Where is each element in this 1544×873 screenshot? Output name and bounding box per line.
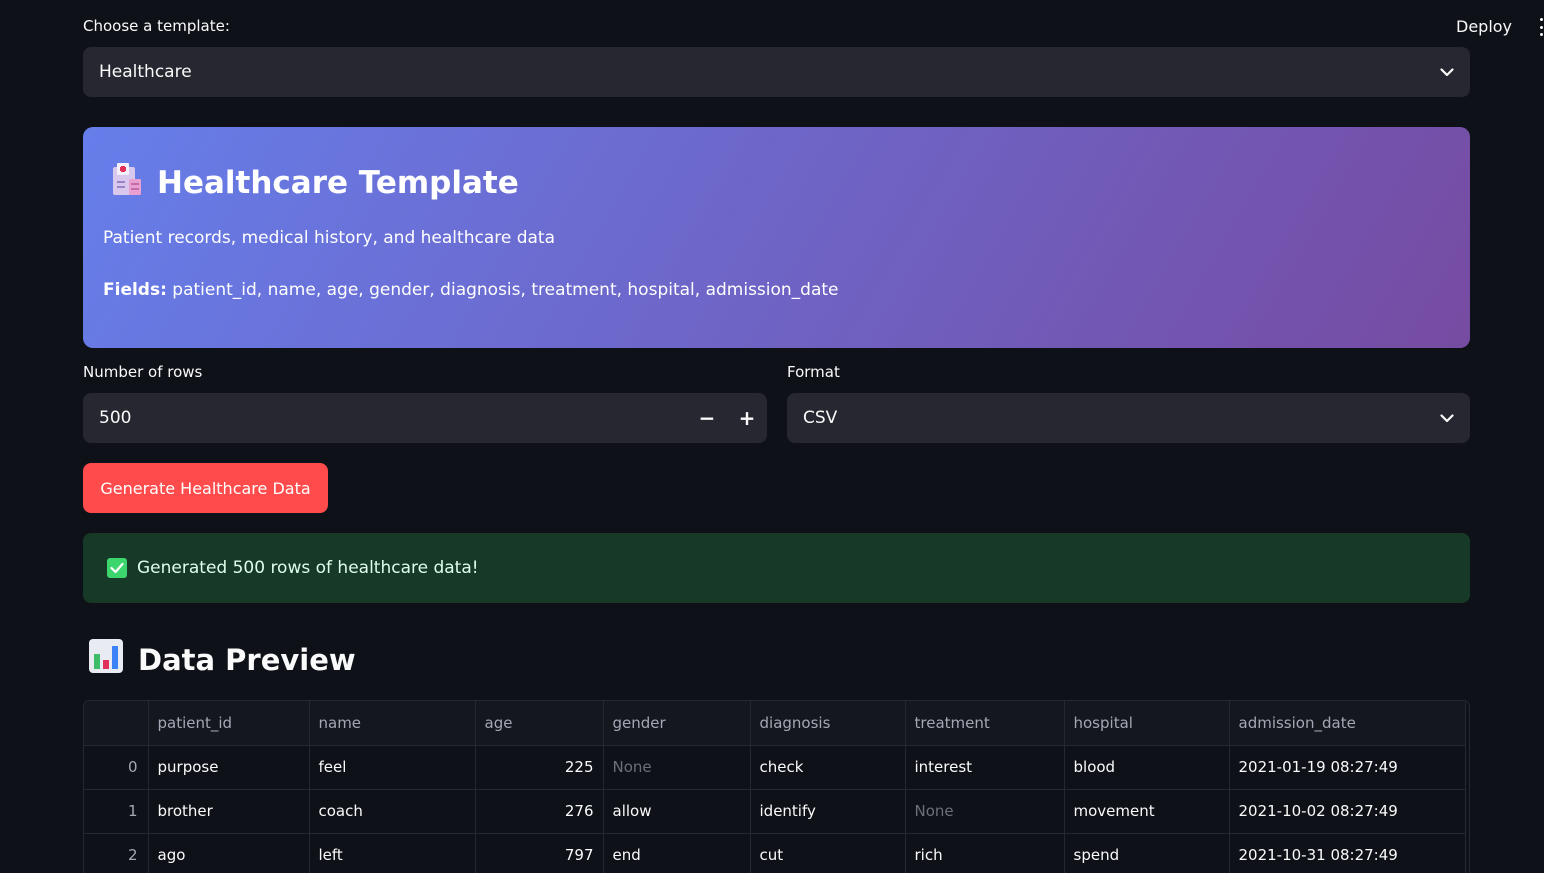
column-header[interactable]: name [309,701,476,746]
table-cell[interactable]: cut [750,833,906,873]
table-cell[interactable]: 2021-01-19 08:27:49 [1229,745,1466,790]
success-message: Generated 500 rows of healthcare data! [137,558,479,578]
format-select[interactable]: CSV [787,393,1470,443]
table-row: 1 brother coach 276 allow identify None … [84,789,1466,834]
column-header[interactable]: gender [603,701,751,746]
template-select-value: Healthcare [99,62,192,82]
template-title-text: Healthcare Template [157,165,519,201]
column-header[interactable]: admission_date [1229,701,1466,746]
table-cell[interactable]: left [309,833,476,873]
column-header[interactable]: hospital [1064,701,1230,746]
template-fields: Fields: patient_id, name, age, gender, d… [103,280,839,300]
column-header[interactable]: treatment [905,701,1065,746]
table-cell[interactable]: None [603,745,751,790]
bar-chart-icon [88,638,124,681]
template-title: Healthcare Template [109,161,519,205]
table-cell[interactable]: 2021-10-02 08:27:49 [1229,789,1466,834]
data-preview-table[interactable]: patient_id name age gender diagnosis tre… [83,700,1470,873]
template-description: Patient records, medical history, and he… [103,228,556,248]
table-cell[interactable]: coach [309,789,476,834]
success-alert: Generated 500 rows of healthcare data! [83,533,1470,603]
table-cell[interactable]: feel [309,745,476,790]
table-cell[interactable]: blood [1064,745,1230,790]
table-cell[interactable]: interest [905,745,1065,790]
chevron-down-icon [1440,413,1454,423]
table-cell[interactable]: 797 [475,833,604,873]
template-select-label: Choose a template: [83,17,230,35]
table-row: 0 purpose feel 225 None check interest b… [84,745,1466,790]
rows-input-label: Number of rows [83,363,203,381]
table-cell[interactable]: check [750,745,906,790]
row-index: 0 [84,745,149,790]
format-select-value: CSV [803,408,838,428]
table-cell[interactable]: purpose [148,745,310,790]
table-header-row: patient_id name age gender diagnosis tre… [84,701,1466,746]
generate-data-button[interactable]: Generate Healthcare Data [83,463,328,513]
fields-label: Fields: [103,280,167,300]
format-select-label: Format [787,363,840,381]
table-cell[interactable]: brother [148,789,310,834]
table-cell[interactable]: movement [1064,789,1230,834]
table-cell[interactable]: identify [750,789,906,834]
table-cell[interactable]: 2021-10-31 08:27:49 [1229,833,1466,873]
table-cell[interactable]: allow [603,789,751,834]
row-index: 1 [84,789,149,834]
table-cell[interactable]: ago [148,833,310,873]
column-header[interactable] [84,701,149,746]
deploy-button[interactable]: Deploy [1448,15,1520,38]
hospital-icon [109,161,143,205]
table-cell[interactable]: None [905,789,1065,834]
table-cell[interactable]: spend [1064,833,1230,873]
column-header[interactable]: patient_id [148,701,310,746]
data-preview-heading: Data Preview [88,638,356,681]
increment-button[interactable]: + [727,393,767,443]
table-cell[interactable]: 225 [475,745,604,790]
rows-input-field[interactable]: 500 [83,408,687,428]
main-menu-icon[interactable] [1538,18,1544,36]
template-select[interactable]: Healthcare [83,47,1470,97]
template-info-card: Healthcare Template Patient records, med… [83,127,1470,348]
check-icon [107,558,127,578]
decrement-button[interactable]: − [687,393,727,443]
data-preview-title: Data Preview [138,642,356,677]
column-header[interactable]: diagnosis [750,701,906,746]
table-row: 2 ago left 797 end cut rich spend 2021-1… [84,833,1466,873]
table-cell[interactable]: 276 [475,789,604,834]
row-index: 2 [84,833,149,873]
column-header[interactable]: age [475,701,604,746]
table-cell[interactable]: rich [905,833,1065,873]
rows-number-input: 500 − + [83,393,767,443]
fields-value: patient_id, name, age, gender, diagnosis… [172,280,839,300]
chevron-down-icon [1440,67,1454,77]
table-cell[interactable]: end [603,833,751,873]
